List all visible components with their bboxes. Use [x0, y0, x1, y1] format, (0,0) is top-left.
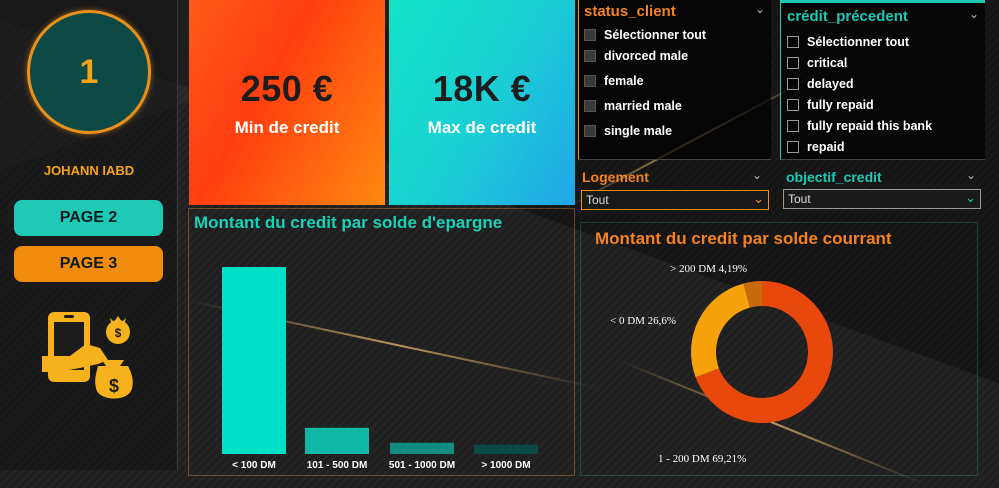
checkbox[interactable] — [787, 35, 799, 48]
max-credit-value: 18K € — [432, 67, 532, 109]
chevron-down-icon[interactable]: ⌄ — [965, 190, 976, 206]
bar[interactable] — [305, 427, 369, 454]
chevron-down-icon[interactable]: ⌄ — [753, 191, 764, 207]
credit-precedent-title: crédit_précedent — [787, 8, 908, 25]
donut-data-label: < 0 DM 26,6% — [610, 315, 676, 327]
option-label: female — [604, 73, 644, 88]
option-label: fully repaid this bank — [807, 118, 933, 133]
logement-value: Tout — [586, 193, 609, 207]
svg-text:$: $ — [115, 326, 122, 340]
objectif-credit-label: objectif_credit — [786, 169, 882, 185]
objectif-credit-dropdown[interactable]: Tout ⌄ — [783, 189, 981, 209]
bar[interactable] — [474, 444, 538, 454]
status-client-title: status_client — [584, 3, 676, 20]
checkbox[interactable] — [584, 28, 596, 41]
option-label: single male — [604, 123, 673, 138]
sidebar: 1 JOHANN IABD PAGE 2 PAGE 3 $ $ — [0, 0, 178, 470]
checkbox[interactable] — [787, 77, 799, 90]
donut-data-label: > 200 DM 4,19% — [670, 263, 747, 275]
option-label: repaid — [807, 139, 845, 154]
donut-slice[interactable] — [691, 283, 751, 378]
logement-label: Logement — [582, 169, 649, 185]
chevron-down-icon[interactable]: ⌄ — [752, 168, 762, 182]
objectif-credit-value: Tout — [788, 192, 811, 206]
page-number: 1 — [79, 52, 99, 91]
max-credit-card: 18K € Max de credit — [389, 0, 575, 205]
option-label: critical — [807, 55, 848, 70]
bar-chart: < 100 DM 101 - 500 DM 501 - 1000 DM > 1000 … — [222, 267, 538, 471]
credit-option[interactable]: critical — [787, 52, 932, 73]
checkbox[interactable] — [787, 140, 799, 153]
x-tick-label: 101 - 500 DM — [307, 460, 368, 471]
min-credit-value: 250 € — [240, 67, 334, 109]
credit-option[interactable]: delayed — [787, 73, 932, 94]
credit-option[interactable]: repaid — [787, 136, 932, 157]
min-credit-label: Min de credit — [234, 117, 340, 137]
checkbox[interactable] — [787, 119, 799, 132]
x-tick-label: < 100 DM — [232, 460, 276, 471]
credit-option[interactable]: Sélectionner tout — [787, 31, 932, 52]
checkbox[interactable] — [584, 49, 596, 62]
status-option[interactable]: female — [584, 70, 706, 91]
chevron-down-icon[interactable]: ⌄ — [755, 2, 765, 16]
x-tick-label: 501 - 1000 DM — [389, 460, 455, 471]
checkbox[interactable] — [787, 98, 799, 111]
donut-data-label: 1 - 200 DM 69,21% — [658, 453, 746, 465]
option-label: fully repaid — [807, 97, 874, 112]
option-label: married male — [604, 98, 682, 113]
status-option[interactable]: Sélectionner tout — [584, 24, 706, 45]
donut-chart-title: Montant du credit par solde courrant — [595, 229, 892, 248]
option-label: Sélectionner tout — [807, 34, 910, 49]
status-option[interactable]: single male — [584, 120, 706, 141]
option-label: Sélectionner tout — [604, 27, 707, 42]
page-2-button[interactable]: PAGE 2 — [14, 200, 163, 236]
status-option[interactable]: married male — [584, 95, 706, 116]
credit-option[interactable]: fully repaid — [787, 94, 932, 115]
chevron-down-icon[interactable]: ⌄ — [969, 7, 979, 21]
bar-chart-title: Montant du credit par solde d'epargne — [194, 213, 503, 232]
x-tick-label: > 1000 DM — [481, 460, 530, 471]
page-number-badge: 1 — [27, 10, 151, 134]
phone-money-bag-icon: $ $ — [42, 312, 133, 399]
credit-precedent-slicer: crédit_précedent ⌄ Sélectionner tout cri… — [780, 0, 985, 160]
credit-option[interactable]: fully repaid this bank — [787, 115, 932, 136]
checkbox[interactable] — [584, 74, 596, 87]
status-client-slicer: status_client ⌄ Sélectionner tout divorc… — [578, 0, 771, 160]
option-label: delayed — [807, 76, 854, 91]
chevron-down-icon[interactable]: ⌄ — [966, 168, 976, 182]
bar[interactable] — [390, 442, 454, 454]
checkbox[interactable] — [787, 56, 799, 69]
donut-chart: 1 - 200 DM 69,21% < 0 DM 26,6% > 200 DM 4,… — [610, 263, 833, 465]
status-client-options: Sélectionner tout divorced male female m… — [584, 24, 706, 141]
option-label: divorced male — [604, 48, 689, 63]
status-option[interactable]: divorced male — [584, 45, 706, 66]
user-name: JOHANN IABD — [43, 163, 135, 178]
max-credit-label: Max de credit — [427, 117, 537, 137]
logement-dropdown[interactable]: Tout ⌄ — [581, 190, 769, 210]
svg-text:$: $ — [109, 376, 119, 396]
min-credit-card: 250 € Min de credit — [189, 0, 385, 205]
checkbox[interactable] — [584, 124, 596, 137]
page-3-button[interactable]: PAGE 3 — [14, 246, 163, 282]
checkbox[interactable] — [584, 99, 596, 112]
credit-precedent-options: Sélectionner tout critical delayed fully… — [787, 31, 932, 157]
bar[interactable] — [222, 267, 286, 454]
